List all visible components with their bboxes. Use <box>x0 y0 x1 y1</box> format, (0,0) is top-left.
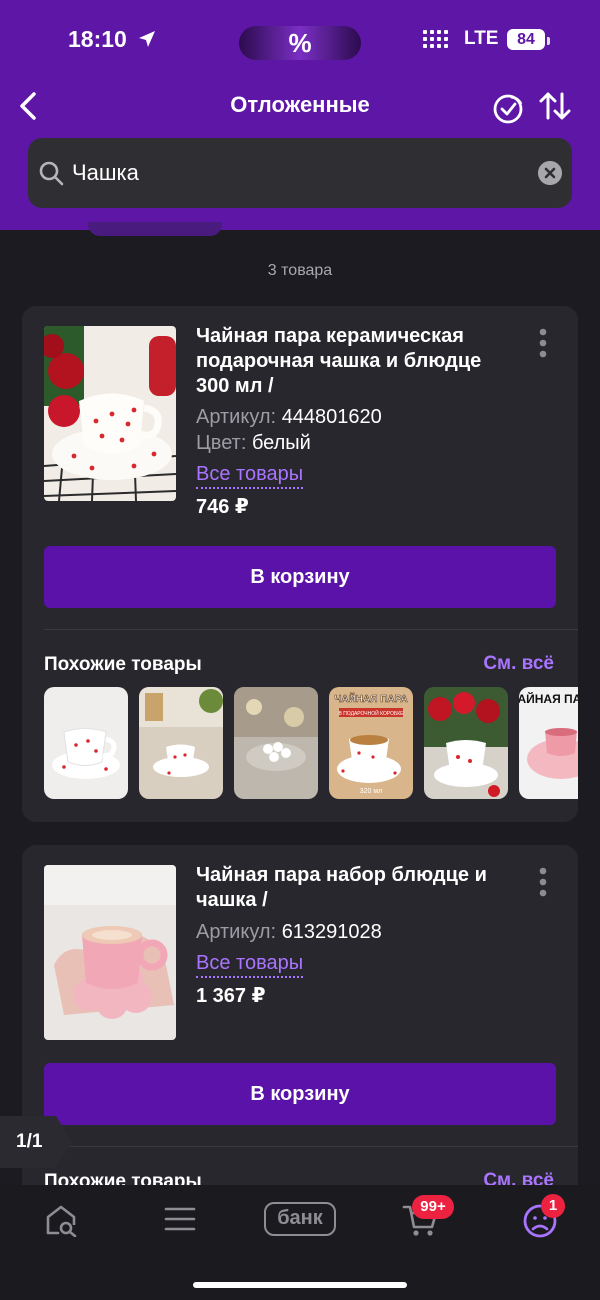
color-value: белый <box>251 432 311 454</box>
article-row: Артикул: 444801620 <box>196 406 382 429</box>
status-time: 18:10 <box>68 26 127 52</box>
divider <box>44 1146 578 1147</box>
more-options-icon[interactable] <box>538 867 548 897</box>
see-all-link[interactable]: См. всё <box>483 653 554 675</box>
menu-icon[interactable] <box>164 1205 196 1233</box>
header: 18:10 % LTE 84 Отложенные Чашка <box>0 0 600 230</box>
product-card: Чайная пара набор блюдце и чашка / Артик… <box>22 845 578 1192</box>
thumb-volume: 320 мл <box>360 788 383 795</box>
search-input[interactable]: Чашка <box>72 160 139 186</box>
product-card: Чайная пара керамическая подарочная чашк… <box>22 306 578 822</box>
similar-item[interactable]: ЧАЙНАЯ ПАРА В ПОДАРОЧНОЙ КОРОБКЕ 320 мл <box>329 687 413 799</box>
article-label: Артикул: <box>196 921 277 943</box>
similar-item[interactable] <box>44 687 128 799</box>
product-image[interactable] <box>44 326 176 501</box>
all-goods-link[interactable]: Все товары <box>196 463 304 489</box>
thumb-caption: ЧАЙНАЯ ПАРА <box>334 692 407 705</box>
nav-bar: Отложенные <box>0 84 600 128</box>
product-price: 1 367 ₽ <box>196 985 266 1007</box>
article-label: Артикул: <box>196 406 277 428</box>
color-label: Цвет: <box>196 432 247 454</box>
battery-tip <box>547 37 550 45</box>
search-field[interactable]: Чашка <box>28 138 572 208</box>
similar-item[interactable] <box>234 687 318 799</box>
similar-item[interactable] <box>424 687 508 799</box>
items-count: 3 товара <box>267 262 333 279</box>
filter-chip-edge <box>88 222 222 236</box>
similar-item[interactable] <box>139 687 223 799</box>
similar-image: ЧАЙНАЯ ПАРА В ПОДАРОЧНОЙ КОРОБКЕ 320 мл <box>329 687 413 799</box>
promo-pill[interactable]: % <box>239 26 361 60</box>
article-value: 613291028 <box>281 921 382 943</box>
battery-indicator: 84 <box>507 29 545 50</box>
similar-image: ЧАЙНАЯ ПАРА <box>519 687 578 799</box>
similar-image <box>234 687 318 799</box>
select-check-icon[interactable] <box>491 90 525 124</box>
similar-carousel[interactable]: ЧАЙНАЯ ПАРА В ПОДАРОЧНОЙ КОРОБКЕ 320 мл <box>44 687 578 801</box>
divider <box>44 629 578 630</box>
more-options-icon[interactable] <box>538 328 548 358</box>
similar-image <box>424 687 508 799</box>
cup-hearts-image <box>44 326 176 501</box>
sort-icon[interactable] <box>538 90 572 122</box>
product-name[interactable]: Чайная пара набор блюдце и чашка / <box>196 863 506 913</box>
color-row: Цвет: белый <box>196 432 311 455</box>
article-value: 444801620 <box>281 406 382 428</box>
thumb-subcaption: В ПОДАРОЧНОЙ КОРОБКЕ <box>338 709 404 717</box>
signal-icon <box>423 30 448 48</box>
similar-title: Похожие товары <box>44 654 202 675</box>
cart-badge: 99+ <box>412 1195 454 1219</box>
similar-image <box>44 687 128 799</box>
status-bar: 18:10 % LTE 84 <box>0 26 600 60</box>
home-indicator <box>193 1282 407 1288</box>
clear-icon[interactable] <box>538 161 562 185</box>
product-price: 746 ₽ <box>196 496 249 518</box>
similar-item[interactable]: ЧАЙНАЯ ПАРА <box>519 687 578 799</box>
add-to-cart-button[interactable]: В корзину <box>44 546 556 608</box>
home-search-icon[interactable] <box>44 1203 78 1237</box>
bank-tab[interactable]: банк <box>264 1202 336 1236</box>
product-name[interactable]: Чайная пара керамическая подарочная чашк… <box>196 324 506 399</box>
network-label: LTE <box>464 28 499 49</box>
pink-cup-image <box>44 865 176 1040</box>
profile-badge: 1 <box>541 1194 565 1218</box>
product-image[interactable] <box>44 865 176 1040</box>
page-indicator: 1/1 <box>16 1131 43 1152</box>
search-icon <box>39 161 64 186</box>
similar-image <box>139 687 223 799</box>
location-arrow-icon <box>139 31 155 47</box>
add-to-cart-button[interactable]: В корзину <box>44 1063 556 1125</box>
all-goods-link[interactable]: Все товары <box>196 952 304 978</box>
thumb-caption: ЧАЙНАЯ ПАРА <box>519 691 578 706</box>
article-row: Артикул: 613291028 <box>196 921 382 944</box>
